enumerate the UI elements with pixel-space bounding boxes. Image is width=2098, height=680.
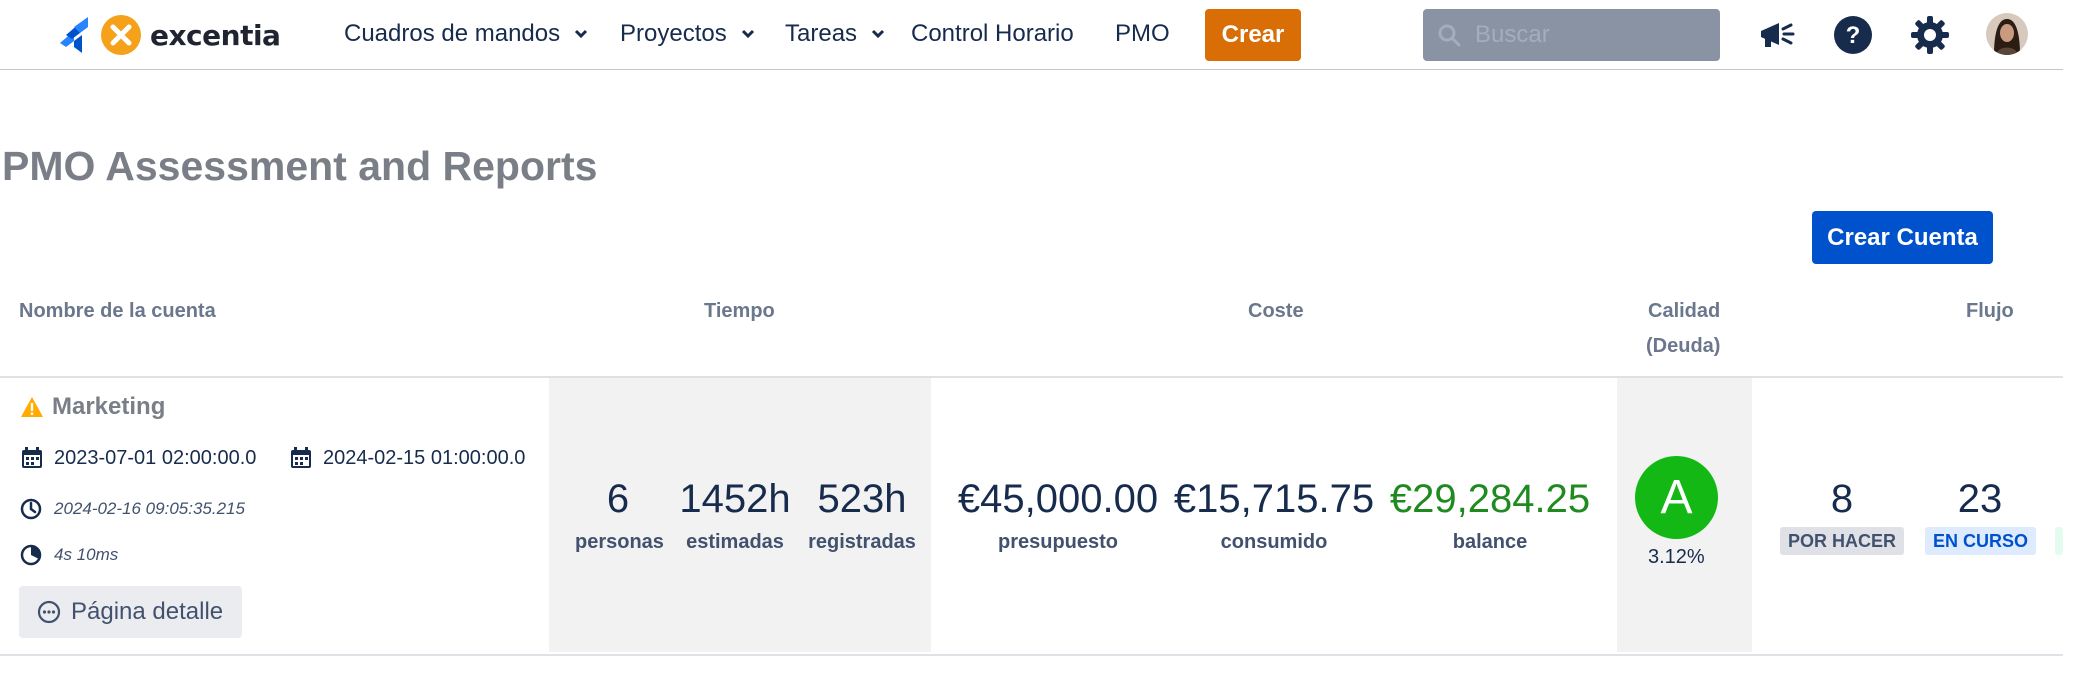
metric-balance: €29,284.25 balance (1387, 479, 1593, 554)
notifications-button[interactable] (1755, 13, 1799, 57)
status-badge-in-progress: EN CURSO (1925, 527, 2037, 555)
row-divider (0, 654, 2063, 656)
header-account-name[interactable]: Nombre de la cuenta (19, 300, 216, 323)
last-updated: 2024-02-16 09:05:35.215 (20, 498, 245, 520)
chevron-down-icon (575, 29, 588, 39)
user-avatar[interactable] (1986, 13, 2028, 55)
nav-control-horario[interactable]: Control Horario (911, 20, 1074, 48)
header-quality[interactable]: Calidad (1648, 300, 1720, 323)
logo-text: excentia (150, 18, 281, 52)
status-badge-todo: POR HACER (1780, 527, 1905, 555)
duration-value: 4s 10ms (54, 545, 119, 564)
todo-value: 8 (1830, 477, 1854, 521)
in-progress-value: 23 (1957, 477, 2003, 521)
start-date-value: 2023-07-01 02:00:00.0 (54, 446, 257, 469)
logged-value: 523h (817, 477, 907, 521)
balance-value: €29,284.25 (1389, 477, 1591, 521)
execution-duration: 4s 10ms (20, 544, 118, 566)
nav-label: PMO (1115, 20, 1170, 47)
nav-label: Control Horario (911, 20, 1074, 47)
detail-page-button[interactable]: Página detalle (19, 586, 242, 638)
calendar-icon (22, 447, 42, 468)
start-date: 2023-07-01 02:00:00.0 (20, 446, 256, 470)
metric-estimated: 1452h estimadas (674, 479, 796, 554)
avatar-icon (1986, 13, 2028, 55)
chevron-down-icon (871, 29, 885, 39)
pie-timer-icon (20, 544, 42, 566)
debt-percentage: 3.12% (1648, 546, 1705, 568)
nav-cuadros-de-mandos[interactable]: Cuadros de mandos (344, 20, 588, 48)
end-date: 2024-02-15 01:00:00.0 (289, 446, 525, 470)
settings-button[interactable] (1908, 13, 1952, 57)
jira-logo-icon (60, 17, 88, 53)
logged-label: registradas (808, 531, 916, 553)
status-badge-done (2055, 527, 2063, 555)
detail-page-label: Página detalle (71, 598, 224, 625)
calendar-icon (291, 447, 311, 468)
nav-label: Proyectos (620, 20, 727, 47)
help-button[interactable]: ? (1831, 13, 1875, 57)
create-button[interactable]: Crear (1205, 9, 1301, 61)
quality-grade-badge[interactable]: A (1635, 456, 1718, 539)
help-icon: ? (1834, 16, 1872, 54)
nav-label: Cuadros de mandos (344, 20, 561, 47)
page-title: PMO Assessment and Reports (2, 143, 598, 189)
metric-consumed: €15,715.75 consumido (1171, 479, 1377, 554)
last-updated-value: 2024-02-16 09:05:35.215 (54, 499, 245, 518)
gear-icon (1911, 16, 1949, 54)
budget-value: €45,000.00 (957, 477, 1159, 521)
svg-text:?: ? (1846, 22, 1861, 49)
search-input[interactable] (1475, 21, 1705, 49)
metric-budget: €45,000.00 presupuesto (955, 479, 1161, 554)
nav-pmo[interactable]: PMO (1115, 20, 1170, 48)
header-cost[interactable]: Coste (1248, 300, 1304, 323)
estimated-label: estimadas (686, 531, 784, 553)
metric-in-progress: 23 (1920, 479, 2040, 519)
consumed-label: consumido (1220, 531, 1328, 553)
excentia-mark-icon (101, 15, 141, 55)
megaphone-icon (1761, 23, 1795, 47)
header-time[interactable]: Tiempo (704, 300, 775, 323)
nav-label: Tareas (785, 20, 858, 47)
account-name-label: Marketing (52, 393, 166, 420)
create-account-button[interactable]: Crear Cuenta (1812, 211, 1993, 264)
metric-logged: 523h registradas (806, 479, 918, 554)
end-date-value: 2024-02-15 01:00:00.0 (323, 446, 526, 469)
warning-icon (21, 397, 43, 417)
search-box[interactable] (1423, 9, 1720, 61)
nav-proyectos[interactable]: Proyectos (620, 20, 755, 48)
people-label: personas (575, 531, 664, 553)
estimated-value: 1452h (679, 477, 791, 521)
search-icon (1438, 24, 1461, 47)
chevron-down-icon (741, 29, 754, 39)
more-icon (37, 600, 61, 624)
account-name[interactable]: Marketing (20, 393, 165, 421)
header-divider (0, 376, 2063, 378)
header-quality-debt: (Deuda) (1646, 335, 1721, 357)
consumed-value: €15,715.75 (1173, 477, 1375, 521)
budget-label: presupuesto (997, 531, 1119, 553)
excentia-logo[interactable]: excentia (52, 13, 281, 57)
clock-icon (20, 498, 42, 520)
balance-label: balance (1452, 531, 1528, 553)
top-navigation: excentia Cuadros de mandos Proyectos Tar… (0, 0, 2063, 70)
metric-todo: 8 (1782, 479, 1902, 519)
metric-people: 6 personas (575, 477, 664, 554)
header-flow[interactable]: Flujo (1966, 300, 2014, 323)
people-value: 6 (606, 477, 630, 521)
nav-tareas[interactable]: Tareas (785, 20, 885, 48)
